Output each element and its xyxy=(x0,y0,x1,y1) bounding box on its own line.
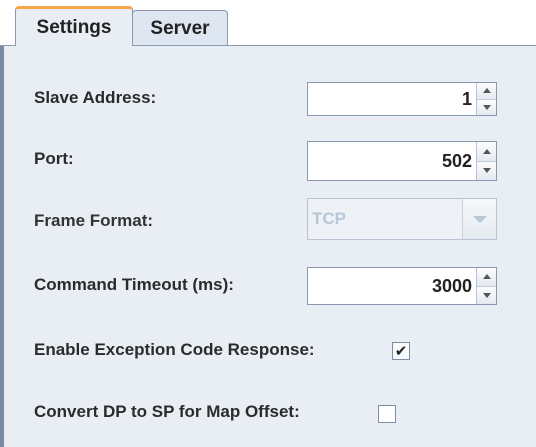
port-label: Port: xyxy=(34,149,74,168)
tab-settings-label: Settings xyxy=(36,16,112,38)
command-timeout-decrement-button[interactable] xyxy=(477,286,496,304)
command-timeout-increment-button[interactable] xyxy=(477,268,496,287)
slave-address-spinner[interactable]: 1 xyxy=(307,82,497,116)
chevron-down-icon xyxy=(482,292,491,298)
port-decrement-button[interactable] xyxy=(477,161,496,180)
slave-address-decrement-button[interactable] xyxy=(477,99,496,115)
tab-server-label: Server xyxy=(150,17,210,39)
convert-dp-label: Convert DP to SP for Map Offset: xyxy=(34,402,300,421)
port-spin-buttons xyxy=(476,142,496,180)
port-spinner[interactable]: 502 xyxy=(307,141,497,181)
chevron-down-icon xyxy=(472,215,487,223)
frame-format-dropdown-button xyxy=(462,199,496,239)
slave-address-value[interactable]: 1 xyxy=(308,83,476,115)
slave-address-spin-buttons xyxy=(476,83,496,115)
chevron-up-icon xyxy=(482,88,491,94)
frame-format-combo: TCP xyxy=(307,198,497,240)
command-timeout-label: Command Timeout (ms): xyxy=(34,275,234,294)
command-timeout-spinner[interactable]: 3000 xyxy=(307,267,497,305)
command-timeout-value[interactable]: 3000 xyxy=(308,268,476,304)
slave-address-label: Slave Address: xyxy=(34,88,157,107)
command-timeout-spin-buttons xyxy=(476,268,496,304)
chevron-up-icon xyxy=(482,274,491,280)
port-value[interactable]: 502 xyxy=(308,142,476,180)
convert-dp-checkbox[interactable] xyxy=(378,405,396,423)
panel-left-border xyxy=(0,46,4,447)
enable-exception-checkbox[interactable]: ✔ xyxy=(392,342,410,360)
frame-format-value: TCP xyxy=(312,209,346,228)
enable-exception-label: Enable Exception Code Response: xyxy=(34,340,315,359)
port-increment-button[interactable] xyxy=(477,142,496,162)
settings-dialog: Settings Server Slave Address: 1 Port: 5… xyxy=(0,0,536,447)
frame-format-label: Frame Format: xyxy=(34,211,154,230)
tab-settings[interactable]: Settings xyxy=(15,6,133,46)
chevron-down-icon xyxy=(482,168,491,174)
chevron-down-icon xyxy=(482,104,491,110)
tab-server[interactable]: Server xyxy=(132,10,228,46)
checkmark-icon: ✔ xyxy=(394,342,408,360)
tab-strip: Settings Server xyxy=(0,0,536,46)
chevron-up-icon xyxy=(482,148,491,154)
slave-address-increment-button[interactable] xyxy=(477,83,496,100)
